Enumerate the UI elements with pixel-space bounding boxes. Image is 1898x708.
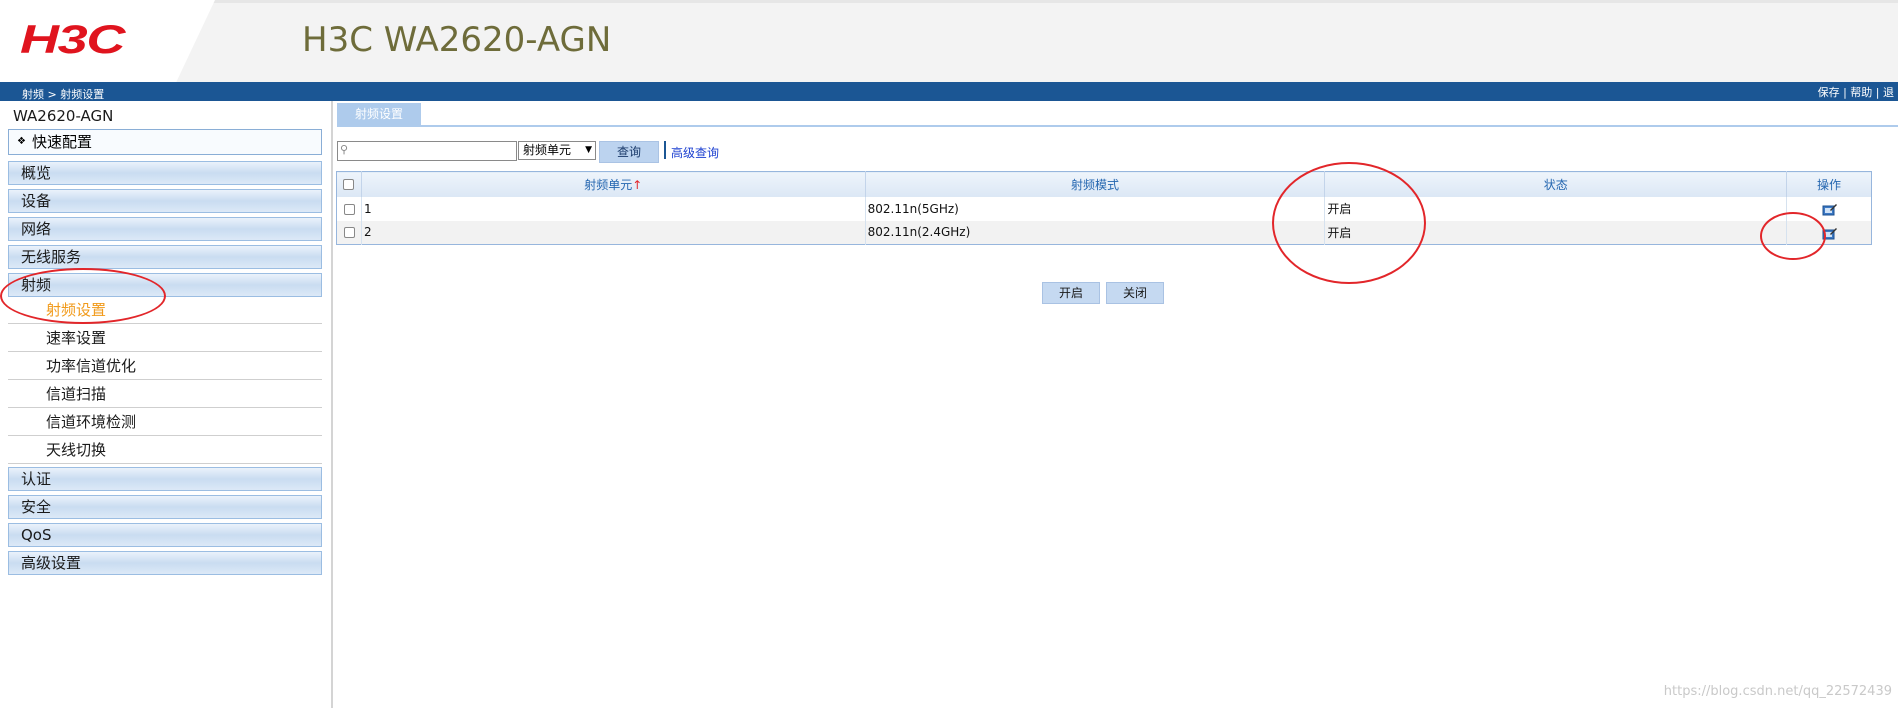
table-row: 2 802.11n(2.4GHz) 开启: [336, 220, 1872, 245]
header-radio-mode: 射频模式: [865, 171, 1326, 197]
breadcrumb: 射频 > 射频设置: [22, 88, 105, 101]
header: H3C H3C WA2620-AGN: [0, 0, 1898, 82]
query-button[interactable]: 查询: [599, 141, 659, 163]
cell-status: 开启: [1324, 220, 1788, 245]
cell-actions: [1786, 220, 1872, 245]
sidebar-item-network[interactable]: 网络: [8, 217, 322, 241]
edit-icon[interactable]: [1822, 226, 1838, 240]
header-status: 状态: [1324, 171, 1788, 197]
radio-table: 射频单元↑ 射频模式 状态 操作 1 802.11n(5GHz) 开启 2 80…: [336, 171, 1872, 245]
link-separator: |: [1872, 86, 1883, 99]
sidebar-item-auth[interactable]: 认证: [8, 467, 322, 491]
sidebar-item-overview[interactable]: 概览: [8, 161, 322, 185]
sidebar-item-advanced[interactable]: 高级设置: [8, 551, 322, 575]
help-link[interactable]: 帮助: [1850, 86, 1872, 99]
sidebar-item-wireless-service[interactable]: 无线服务: [8, 245, 322, 269]
sidebar-subitem-rate-settings[interactable]: 速率设置: [8, 325, 322, 352]
header-radio-unit[interactable]: 射频单元↑: [361, 171, 866, 197]
diamond-icon: ❖: [17, 136, 26, 147]
cell-actions: [1786, 196, 1872, 221]
enable-button[interactable]: 开启: [1042, 282, 1100, 304]
logo-area: H3C: [0, 0, 215, 82]
nav-bar: 射频 > 射频设置 保存 | 帮助 | 退: [0, 82, 1898, 101]
tab-underline: [337, 125, 1898, 127]
table-header-row: 射频单元↑ 射频模式 状态 操作: [336, 171, 1872, 197]
header-top-line: [0, 0, 1898, 3]
divider: [664, 141, 666, 159]
disable-button[interactable]: 关闭: [1106, 282, 1164, 304]
h3c-logo: H3C: [20, 18, 125, 62]
select-all-checkbox[interactable]: [343, 179, 355, 191]
cell-unit: 1: [361, 196, 866, 221]
top-links: 保存 | 帮助 | 退: [1818, 84, 1894, 100]
save-link[interactable]: 保存: [1818, 86, 1840, 99]
select-value: 射频单元: [523, 143, 572, 157]
sidebar-item-device[interactable]: 设备: [8, 189, 322, 213]
dropdown-arrow-icon: ▼: [585, 145, 592, 155]
sidebar-device-name: WA2620-AGN: [13, 107, 114, 125]
search-box: ⚲: [337, 141, 517, 161]
link-separator: |: [1839, 86, 1851, 99]
sidebar-subitem-radio-settings[interactable]: 射频设置: [8, 297, 322, 324]
header-label: 射频单元: [584, 177, 633, 192]
search-icon: ⚲: [340, 143, 349, 156]
search-input[interactable]: [352, 143, 514, 159]
sidebar-item-security[interactable]: 安全: [8, 495, 322, 519]
header-actions: 操作: [1786, 171, 1872, 197]
row-checkbox-cell[interactable]: [336, 220, 362, 245]
cell-mode: 802.11n(5GHz): [865, 196, 1326, 221]
search-field-select[interactable]: 射频单元 ▼: [518, 141, 596, 160]
row-checkbox[interactable]: [344, 227, 356, 239]
watermark: https://blog.csdn.net/qq_22572439: [1663, 684, 1892, 699]
sidebar-subitem-antenna-switch[interactable]: 天线切换: [8, 437, 322, 464]
logout-link[interactable]: 退: [1883, 86, 1894, 99]
sidebar-item-qos[interactable]: QoS: [8, 523, 322, 547]
cell-status: 开启: [1324, 196, 1788, 221]
sidebar-item-radio[interactable]: 射频: [8, 273, 322, 297]
cell-unit: 2: [361, 220, 866, 245]
device-title: H3C WA2620-AGN: [302, 20, 612, 60]
advanced-query-link[interactable]: 高级查询: [671, 144, 719, 161]
sidebar-item-label: 快速配置: [31, 133, 92, 151]
header-select-all[interactable]: [336, 171, 362, 197]
edit-icon[interactable]: [1822, 202, 1838, 216]
row-checkbox[interactable]: [344, 203, 356, 215]
sidebar-quick-config[interactable]: ❖ 快速配置: [8, 129, 322, 155]
sidebar-subitem-channel-scan[interactable]: 信道扫描: [8, 381, 322, 408]
sidebar-subitem-channel-env[interactable]: 信道环境检测: [8, 409, 322, 436]
sort-up-icon: ↑: [632, 177, 643, 192]
cell-mode: 802.11n(2.4GHz): [865, 220, 1326, 245]
sidebar: WA2620-AGN ❖ 快速配置 概览 设备 网络 无线服务 射频 射频设置 速…: [0, 101, 333, 708]
tab-radio-settings[interactable]: 射频设置: [337, 103, 421, 125]
table-row: 1 802.11n(5GHz) 开启: [336, 196, 1872, 221]
sidebar-subitem-power-channel[interactable]: 功率信道优化: [8, 353, 322, 380]
row-checkbox-cell[interactable]: [336, 196, 362, 221]
